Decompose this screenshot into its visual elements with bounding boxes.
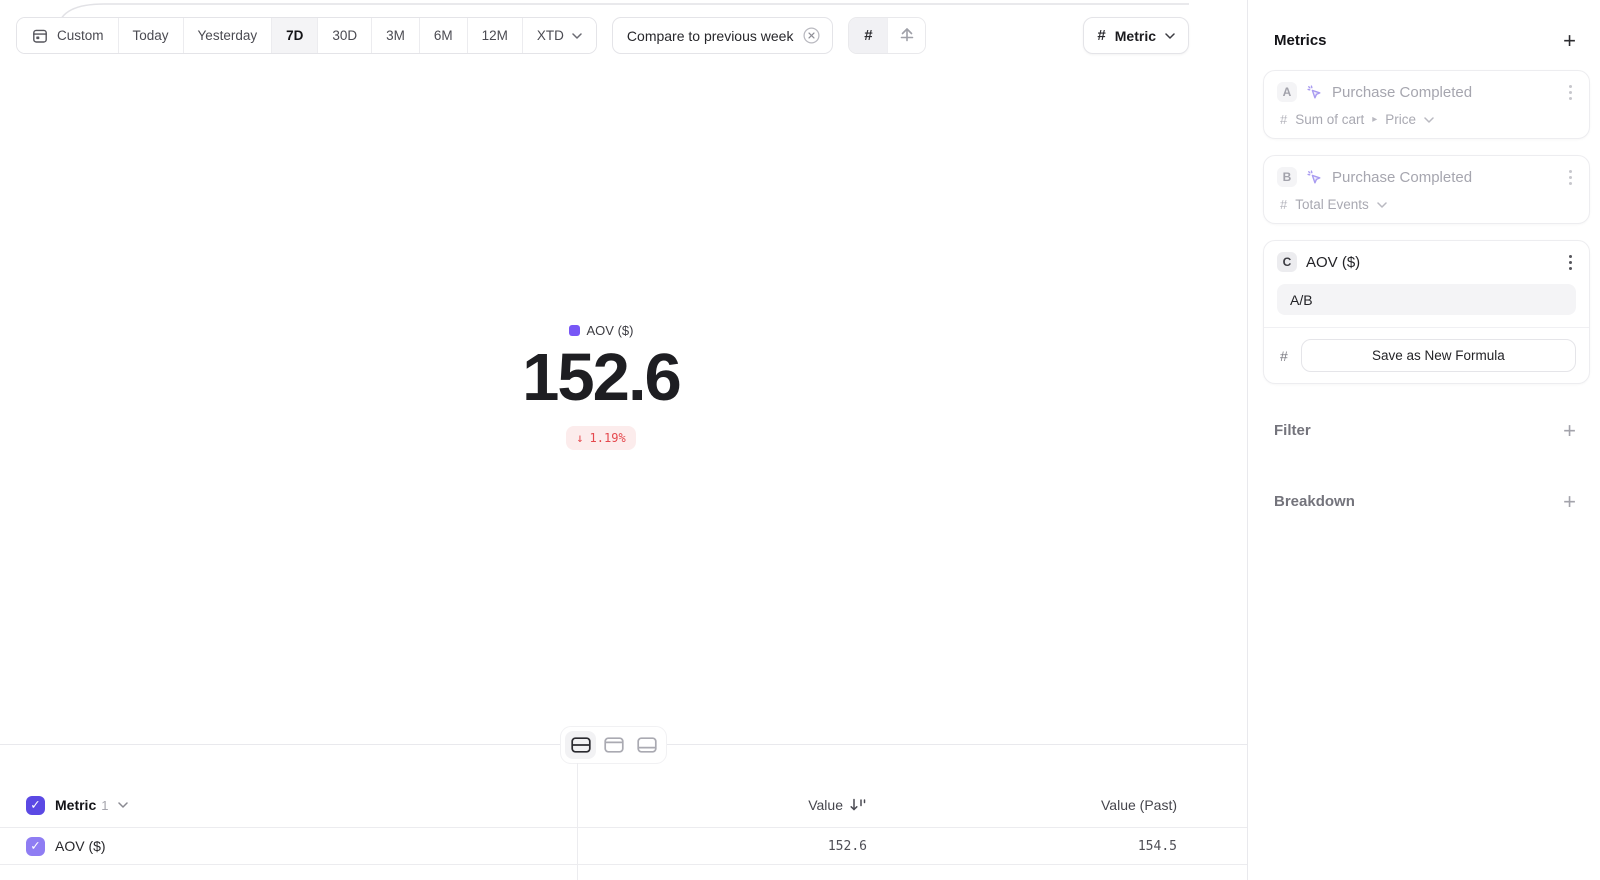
hash-icon: #: [1280, 349, 1288, 363]
aggregation-dropdown[interactable]: # Sum of cart ▸ Price: [1277, 112, 1576, 127]
filter-section-header: Filter +: [1248, 422, 1600, 439]
date-range-3m[interactable]: 3M: [371, 18, 419, 53]
layout-switcher: [560, 726, 667, 764]
kpi-change-value: 1.19%: [590, 431, 626, 445]
compare-chip-label: Compare to previous week: [627, 28, 794, 44]
report-main: Custom Today Yesterday 7D 30D 3M 6M 12M …: [0, 0, 1247, 880]
layout-top-icon: [604, 737, 624, 753]
date-range-custom[interactable]: Custom: [17, 18, 118, 53]
layout-chart-only-button[interactable]: [598, 731, 629, 759]
metric-event-name: Purchase Completed: [1332, 84, 1472, 101]
metric-letter-badge: C: [1277, 252, 1297, 272]
formula-metric-name: AOV ($): [1306, 254, 1360, 271]
metric-header-label: Metric: [55, 797, 96, 813]
chevron-down-icon: [1377, 202, 1387, 208]
kebab-menu-icon[interactable]: [1569, 176, 1572, 179]
date-range-today[interactable]: Today: [118, 18, 183, 53]
compare-chip[interactable]: Compare to previous week: [612, 17, 834, 54]
metrics-section-title: Metrics: [1274, 32, 1327, 49]
arrow-down-icon: ↓: [576, 431, 583, 445]
caret-right-icon: ▸: [1372, 114, 1377, 125]
chevron-down-icon[interactable]: [118, 802, 128, 808]
chart-legend[interactable]: AOV ($): [569, 323, 634, 338]
aggregation-label: Sum of cart: [1295, 112, 1364, 127]
kebab-menu-icon[interactable]: [1569, 261, 1572, 264]
row-metric-cell: ✓ AOV ($): [0, 837, 577, 856]
date-range-7d[interactable]: 7D: [271, 18, 317, 53]
add-breakdown-button[interactable]: +: [1563, 494, 1576, 510]
goal-toggle[interactable]: [887, 18, 925, 53]
metric-letter-badge: A: [1277, 82, 1297, 102]
metric-select-all-checkbox[interactable]: ✓: [26, 796, 45, 815]
metrics-section-header: Metrics +: [1248, 0, 1600, 49]
kpi-value: 152.6: [522, 343, 680, 413]
date-range-12m[interactable]: 12M: [467, 18, 522, 53]
legend-label: AOV ($): [587, 323, 634, 338]
close-circle-icon[interactable]: [802, 26, 821, 45]
table-row: ✓ AOV ($) 152.6 154.5: [0, 828, 1247, 865]
report-toolbar: Custom Today Yesterday 7D 30D 3M 6M 12M …: [16, 17, 1189, 54]
layout-table-only-button[interactable]: [631, 731, 662, 759]
kpi-change-badge: ↓ 1.19%: [566, 426, 635, 450]
date-range-xtd[interactable]: XTD: [522, 18, 596, 53]
sort-descending-icon: [850, 798, 867, 812]
past-value-column-header[interactable]: Value (Past): [867, 797, 1177, 813]
aggregation-property: Price: [1385, 112, 1416, 127]
hash-icon: #: [1097, 28, 1105, 43]
check-icon: ✓: [30, 799, 40, 812]
kpi-block: AOV ($) 152.6 ↓ 1.19%: [0, 323, 1202, 450]
layout-split-icon: [571, 737, 591, 753]
date-range-control: Custom Today Yesterday 7D 30D 3M 6M 12M …: [16, 17, 597, 54]
calendar-icon: [31, 27, 49, 45]
number-format-toggle[interactable]: #: [849, 18, 887, 53]
kebab-menu-icon[interactable]: [1569, 91, 1572, 94]
date-range-30d[interactable]: 30D: [317, 18, 371, 53]
breakdown-section-header: Breakdown +: [1248, 493, 1600, 510]
date-range-6m[interactable]: 6M: [419, 18, 467, 53]
chevron-down-icon: [1424, 117, 1434, 123]
legend-swatch: [569, 325, 580, 336]
check-icon: ✓: [30, 840, 40, 853]
aggregation-dropdown[interactable]: # Total Events: [1277, 197, 1576, 212]
date-range-label: Custom: [57, 28, 104, 43]
row-past-value: 154.5: [867, 839, 1177, 854]
table-header-row: ✓ Metric 1 Value Value (Past): [0, 783, 1247, 828]
metric-letter-badge: B: [1277, 167, 1297, 187]
chevron-down-icon: [572, 33, 582, 39]
event-icon: [1306, 169, 1323, 186]
add-filter-button[interactable]: +: [1563, 423, 1576, 439]
goal-arrow-icon: [897, 26, 917, 46]
hash-icon: #: [1280, 113, 1287, 126]
metric-column-header: ✓ Metric 1: [0, 796, 577, 815]
hash-icon: #: [864, 28, 872, 43]
filter-section-title: Filter: [1274, 422, 1311, 439]
metric-card-b[interactable]: B Purchase Completed # Total Events: [1263, 155, 1590, 224]
formula-input[interactable]: A/B: [1277, 284, 1576, 315]
row-metric-label: AOV ($): [55, 838, 106, 854]
breakdown-section-title: Breakdown: [1274, 493, 1355, 510]
analytics-report-screen: Custom Today Yesterday 7D 30D 3M 6M 12M …: [0, 0, 1600, 880]
aggregation-label: Total Events: [1295, 197, 1369, 212]
layout-split-button[interactable]: [565, 731, 596, 759]
hash-icon: #: [1280, 198, 1287, 211]
event-icon: [1306, 84, 1323, 101]
metric-card-a[interactable]: A Purchase Completed # Sum of cart ▸ Pri…: [1263, 70, 1590, 139]
metric-card-c[interactable]: C AOV ($) A/B # Save as New Formula: [1263, 240, 1590, 384]
config-sidebar: Metrics + A Purchase Completed: [1247, 0, 1600, 880]
save-as-new-formula-button[interactable]: Save as New Formula: [1301, 339, 1576, 372]
layout-bottom-icon: [637, 737, 657, 753]
metric-dropdown-button[interactable]: # Metric: [1083, 17, 1189, 54]
metric-button-label: Metric: [1115, 28, 1156, 44]
metric-cards: A Purchase Completed # Sum of cart ▸ Pri…: [1248, 70, 1600, 384]
value-display-toggles: #: [848, 17, 926, 54]
card-divider: [1264, 327, 1589, 328]
metric-count: 1: [101, 798, 108, 813]
row-checkbox[interactable]: ✓: [26, 837, 45, 856]
value-column-header[interactable]: Value: [577, 797, 867, 813]
add-metric-button[interactable]: +: [1563, 33, 1576, 49]
metric-event-name: Purchase Completed: [1332, 169, 1472, 186]
chevron-down-icon: [1165, 33, 1175, 39]
row-value: 152.6: [577, 839, 867, 854]
date-range-yesterday[interactable]: Yesterday: [183, 18, 272, 53]
